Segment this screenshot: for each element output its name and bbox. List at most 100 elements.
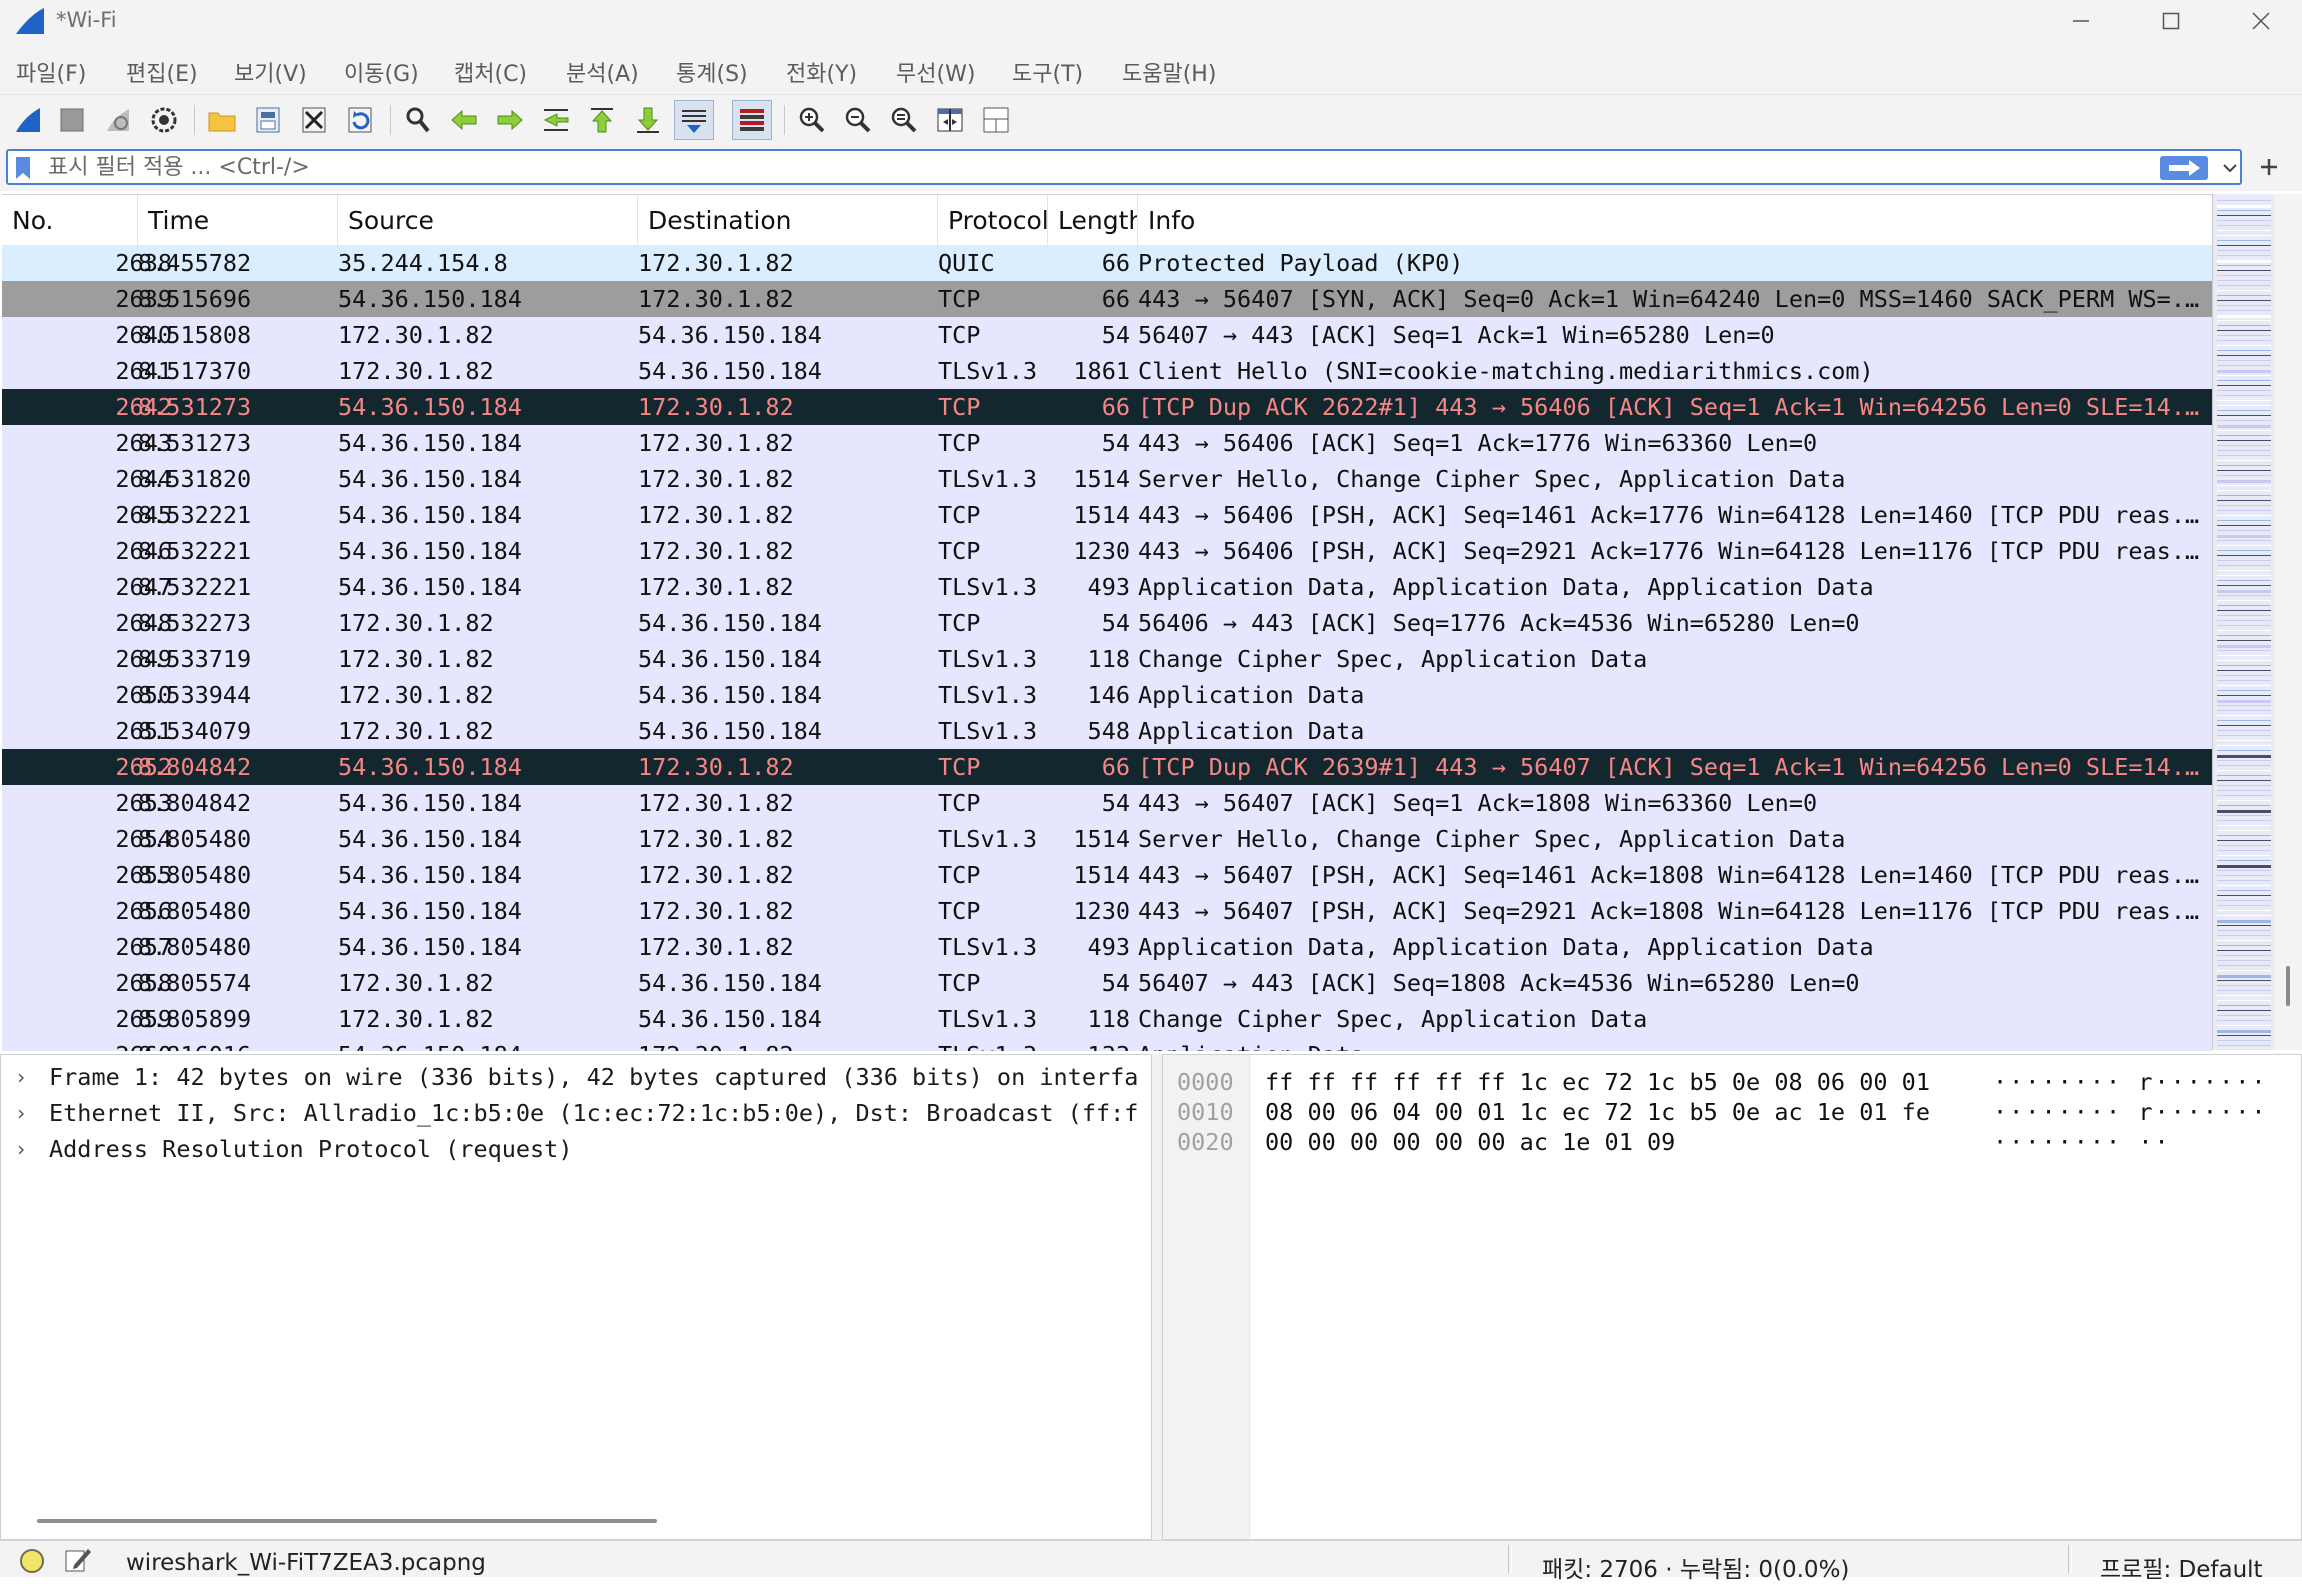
open-file-button[interactable]: [202, 100, 242, 140]
packet-row[interactable]: 2659 8.805899 172.30.1.82 54.36.150.184 TLSv…: [2, 1001, 2212, 1037]
byte-hex[interactable]: 00 00 00 00 00 00 ac 1e 01 09: [1265, 1127, 1675, 1157]
packet-time-cell: 8.532221: [138, 501, 252, 529]
packet-row[interactable]: 2642 8.531273 54.36.150.184 172.30.1.82 TCP 6…: [2, 389, 2212, 425]
add-filter-button-button[interactable]: [2252, 149, 2286, 185]
zoom-out-button[interactable]: [838, 100, 878, 140]
menu-analyze[interactable]: 분석(A): [566, 56, 639, 88]
chevron-right-icon[interactable]: ›: [15, 1095, 27, 1131]
minimap-stripe: [2217, 940, 2271, 941]
go-forward-button[interactable]: [490, 100, 530, 140]
packet-row[interactable]: 2657 8.805480 54.36.150.184 172.30.1.82 TLSv…: [2, 929, 2212, 965]
save-file-button[interactable]: [248, 100, 288, 140]
packet-row[interactable]: 2646 8.532221 54.36.150.184 172.30.1.82 TCP 1…: [2, 533, 2212, 569]
byte-ascii[interactable]: ········ r·······: [1993, 1067, 2268, 1097]
minimap-stripe: [2217, 560, 2271, 561]
stop-capture-button[interactable]: [52, 100, 92, 140]
column-header-length[interactable]: Length: [1048, 195, 1138, 245]
column-header-no[interactable]: No.: [2, 195, 138, 245]
first-packet-button[interactable]: [582, 100, 622, 140]
zoom-in-button[interactable]: [792, 100, 832, 140]
reload-file-button[interactable]: [340, 100, 380, 140]
packet-row[interactable]: 2652 8.804842 54.36.150.184 172.30.1.82 TCP 6…: [2, 749, 2212, 785]
packet-length-cell: 133: [1038, 1037, 1130, 1051]
resize-columns-icon: [937, 108, 963, 132]
expert-info-icon[interactable]: [20, 1549, 44, 1573]
menu-wireless[interactable]: 무선(W): [896, 56, 975, 88]
maximize-button[interactable]: [2138, 0, 2204, 42]
chevron-right-icon[interactable]: ›: [15, 1059, 27, 1095]
packet-row[interactable]: 2643 8.531273 54.36.150.184 172.30.1.82 TCP 5…: [2, 425, 2212, 461]
packet-row[interactable]: 2651 8.534079 172.30.1.82 54.36.150.184 TLSv…: [2, 713, 2212, 749]
display-filter-input[interactable]: [48, 154, 2088, 180]
packet-minimap[interactable]: [2212, 194, 2275, 1050]
close-button[interactable]: [2228, 0, 2294, 42]
scrollbar-thumb[interactable]: [2286, 966, 2290, 1006]
packet-row[interactable]: 2648 8.532273 172.30.1.82 54.36.150.184 TCP 5…: [2, 605, 2212, 641]
byte-hex[interactable]: 08 00 06 04 00 01 1c ec 72 1c b5 0e ac 1…: [1265, 1097, 1930, 1127]
packet-protocol-cell: TCP: [938, 321, 981, 349]
packet-info-cell: 443 → 56406 [PSH, ACK] Seq=1461 Ack=1776…: [1138, 501, 2202, 529]
menu-tools[interactable]: 도구(T): [1012, 56, 1083, 88]
colorize-button[interactable]: [732, 100, 772, 140]
column-header-destination[interactable]: Destination: [638, 195, 938, 245]
column-header-info[interactable]: Info: [1138, 195, 2212, 245]
restart-capture-button[interactable]: [98, 100, 138, 140]
go-to-packet-button[interactable]: [536, 100, 576, 140]
column-header-protocol[interactable]: Protocol: [938, 195, 1048, 245]
column-header-source[interactable]: Source: [338, 195, 638, 245]
minimap-stripe: [2217, 950, 2271, 951]
packet-row[interactable]: 2650 8.533944 172.30.1.82 54.36.150.184 TLSv…: [2, 677, 2212, 713]
packet-row[interactable]: 2653 8.804842 54.36.150.184 172.30.1.82 TCP 5…: [2, 785, 2212, 821]
byte-ascii[interactable]: ········ ··: [1993, 1127, 2171, 1157]
menu-go[interactable]: 이동(G): [344, 56, 419, 88]
minimize-button[interactable]: [2048, 0, 2114, 42]
capture-comment-icon[interactable]: [64, 1545, 92, 1573]
start-capture-button[interactable]: [8, 100, 48, 140]
filter-history-dropdown[interactable]: [2220, 155, 2240, 181]
layout-button[interactable]: [976, 100, 1016, 140]
packet-row[interactable]: 2645 8.532221 54.36.150.184 172.30.1.82 TCP 1…: [2, 497, 2212, 533]
packet-row[interactable]: 2649 8.533719 172.30.1.82 54.36.150.184 TLSv…: [2, 641, 2212, 677]
packet-row[interactable]: 26608.81601654.36.150.184172.30.1.82TLSv…: [2, 1037, 2212, 1051]
minimap-stripe: [2217, 755, 2271, 758]
last-packet-button[interactable]: [628, 100, 668, 140]
zoom-normal-button[interactable]: [884, 100, 924, 140]
bookmark-icon[interactable]: [14, 156, 32, 180]
packet-row[interactable]: 2639 8.515696 54.36.150.184 172.30.1.82 TCP 6…: [2, 281, 2212, 317]
byte-hex[interactable]: ff ff ff ff ff ff 1c ec 72 1c b5 0e 08 0…: [1265, 1067, 1930, 1097]
byte-ascii[interactable]: ········ r·······: [1993, 1097, 2268, 1127]
details-horizontal-scrollbar[interactable]: [37, 1519, 657, 1523]
packet-row[interactable]: 2658 8.805574 172.30.1.82 54.36.150.184 TCP 5…: [2, 965, 2212, 1001]
packet-row[interactable]: 2640 8.515808 172.30.1.82 54.36.150.184 TCP 5…: [2, 317, 2212, 353]
menu-edit[interactable]: 편집(E): [126, 56, 198, 88]
chevron-right-icon[interactable]: ›: [15, 1131, 27, 1167]
status-profile[interactable]: 프로필: Default: [2100, 1550, 2263, 1584]
pane-splitter[interactable]: [1152, 1054, 1162, 1540]
minimap-stripe: [2217, 945, 2271, 946]
minimap-stripe: [2217, 405, 2271, 406]
packet-row[interactable]: 2656 8.805480 54.36.150.184 172.30.1.82 TCP 1…: [2, 893, 2212, 929]
packet-row[interactable]: 2641 8.517370 172.30.1.82 54.36.150.184 TLSv…: [2, 353, 2212, 389]
menu-file[interactable]: 파일(F): [16, 56, 86, 88]
menu-help[interactable]: 도움말(H): [1122, 56, 1216, 88]
zoom-normal-icon: [891, 107, 917, 133]
column-header-time[interactable]: Time: [138, 195, 338, 245]
go-back-button[interactable]: [444, 100, 484, 140]
menu-statistics[interactable]: 통계(S): [676, 56, 748, 88]
close-file-button[interactable]: [294, 100, 334, 140]
find-packet-button[interactable]: [398, 100, 438, 140]
minimap-stripe: [2217, 785, 2271, 786]
menu-telephony[interactable]: 전화(Y): [786, 56, 857, 88]
packet-list-scrollbar[interactable]: [2274, 194, 2302, 1050]
capture-options-button[interactable]: [144, 100, 184, 140]
packet-row[interactable]: 2644 8.531820 54.36.150.184 172.30.1.82 TLSv…: [2, 461, 2212, 497]
menu-capture[interactable]: 캡처(C): [454, 56, 527, 88]
packet-row[interactable]: 2638 8.455782 35.244.154.8 172.30.1.82 QUIC 6…: [2, 245, 2212, 281]
packet-row[interactable]: 2647 8.532221 54.36.150.184 172.30.1.82 TLSv…: [2, 569, 2212, 605]
packet-row[interactable]: 2655 8.805480 54.36.150.184 172.30.1.82 TCP 1…: [2, 857, 2212, 893]
menu-view[interactable]: 보기(V): [234, 56, 307, 88]
resize-columns-button[interactable]: [930, 100, 970, 140]
autoscroll-button[interactable]: [674, 100, 714, 140]
packet-row[interactable]: 2654 8.805480 54.36.150.184 172.30.1.82 TLSv…: [2, 821, 2212, 857]
apply-filter-button[interactable]: [2160, 156, 2208, 180]
